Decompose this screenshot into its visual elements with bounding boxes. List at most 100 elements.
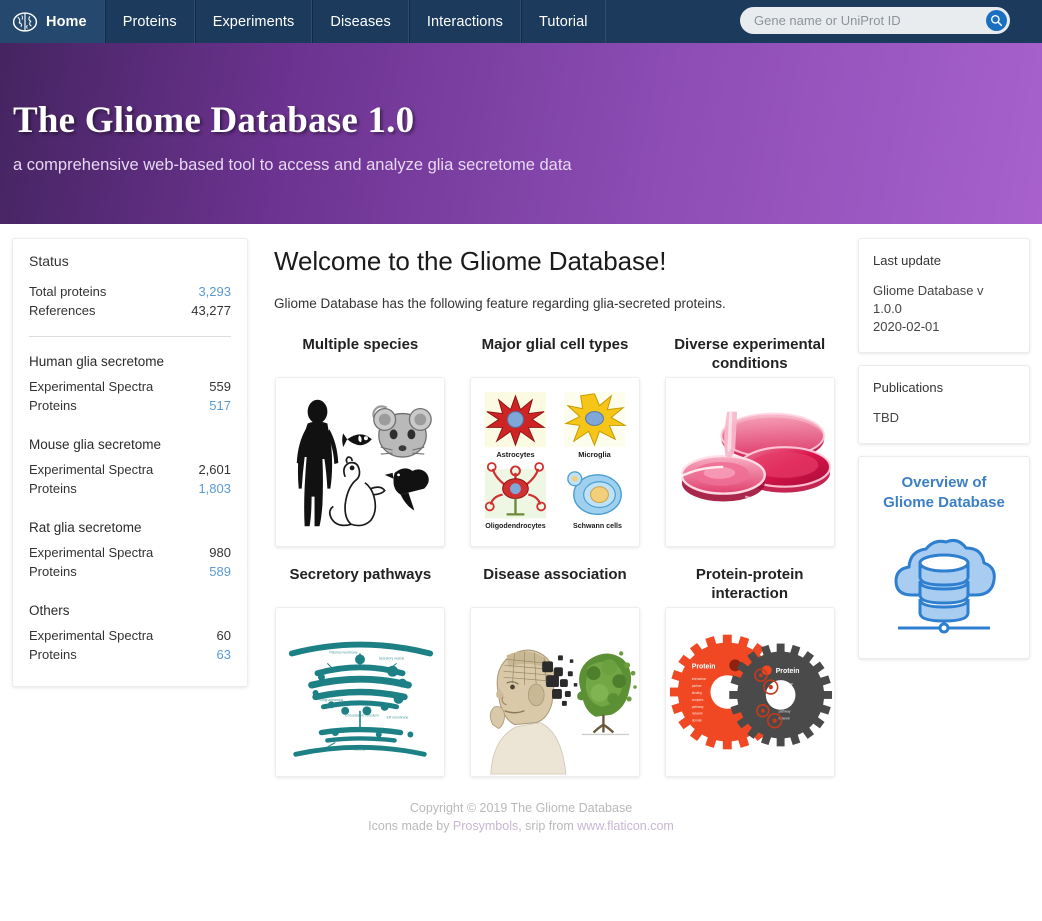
last-update-panel: Last update Gliome Database v 1.0.0 2020… xyxy=(858,238,1030,353)
footer-credits-prefix: Icons made by xyxy=(368,819,453,833)
svg-text:partner: partner xyxy=(778,689,788,693)
feature-card-protein-protein-interaction[interactable]: Protein-protein interaction Protein inte… xyxy=(663,563,836,777)
status-group-heading: Rat glia secretome xyxy=(29,520,142,535)
status-row-proteins: Proteins 1,803 xyxy=(29,480,231,499)
nav-items-group: Home Proteins Experiments Diseases Inter… xyxy=(0,0,606,43)
feature-title: Secretory pathways xyxy=(289,566,432,583)
status-label: Total proteins xyxy=(29,284,107,299)
publications-heading: Publications xyxy=(873,380,944,395)
status-row-proteins: Proteins 63 xyxy=(29,646,231,665)
status-value: 559 xyxy=(209,379,231,394)
overview-panel[interactable]: Overview of Gliome Database xyxy=(858,456,1030,659)
publications-text: TBD xyxy=(873,410,899,425)
page-footer: Copyright © 2019 The Gliome Database Ico… xyxy=(0,799,1042,845)
svg-text:complex: complex xyxy=(691,698,703,702)
status-group-heading: Mouse glia secretome xyxy=(29,437,162,452)
svg-text:interaction: interaction xyxy=(691,677,706,681)
feature-title: Major glial cell types xyxy=(481,336,629,353)
search-button[interactable] xyxy=(986,10,1007,31)
cell-label-schwann-cells: Schwann cells xyxy=(573,522,622,530)
svg-text:network: network xyxy=(691,712,702,716)
svg-text:Nucleus: Nucleus xyxy=(353,747,365,751)
footer-copyright: Copyright © 2019 The Gliome Database xyxy=(409,801,633,815)
status-value[interactable]: 63 xyxy=(217,646,231,665)
status-value: 980 xyxy=(209,545,231,560)
left-column: Status Total proteins 3,293 References 4… xyxy=(12,238,248,687)
nav-item-tutorial-label: Tutorial xyxy=(538,13,588,30)
status-value[interactable]: 517 xyxy=(209,397,231,416)
status-value: 2,601 xyxy=(198,462,231,477)
status-group-others: Others Experimental Spectra 60 Proteins … xyxy=(29,603,231,664)
status-row-proteins: Proteins 589 xyxy=(29,563,231,582)
gear-label-protein-b: Protein xyxy=(775,668,799,675)
feature-card-disease-association[interactable]: Disease association xyxy=(469,563,642,777)
feature-card-glial-cell-types[interactable]: Major glial cell types Astrocytes Microg… xyxy=(469,333,642,547)
status-group-heading: Others xyxy=(29,603,70,618)
species-silhouettes-image xyxy=(275,377,446,547)
search-input[interactable] xyxy=(740,7,1010,34)
feature-title: Multiple species xyxy=(302,336,419,353)
status-value[interactable]: 3,293 xyxy=(198,283,231,302)
status-row-spectra: Experimental Spectra 559 xyxy=(29,378,231,397)
cell-label-astrocytes: Astrocytes xyxy=(496,450,534,459)
status-group-heading: Human glia secretome xyxy=(29,354,165,369)
status-row-references: References 43,277 xyxy=(29,302,231,321)
overview-title-line2: Gliome Database xyxy=(883,494,1005,511)
cloud-database-icon xyxy=(894,539,996,634)
nav-item-home-label: Home xyxy=(46,13,87,30)
feature-card-secretory-pathways[interactable]: Secretory pathways Plasma membrane Secre… xyxy=(274,563,447,777)
nav-item-interactions[interactable]: Interactions xyxy=(408,0,521,43)
status-label: Experimental Spectra xyxy=(29,379,154,394)
feature-title: Diverse experimental conditions xyxy=(674,336,826,372)
welcome-subtext: Gliome Database has the following featur… xyxy=(274,296,726,311)
svg-text:Secretory vesicle: Secretory vesicle xyxy=(379,656,405,660)
feature-card-multiple-species[interactable]: Multiple species xyxy=(274,333,447,547)
status-row-spectra: Experimental Spectra 2,601 xyxy=(29,461,231,480)
right-column: Last update Gliome Database v 1.0.0 2020… xyxy=(858,238,1030,659)
status-label: Proteins xyxy=(29,646,77,662)
svg-text:interaction: interaction xyxy=(778,682,793,686)
svg-text:domain: domain xyxy=(691,719,702,723)
publications-panel: Publications TBD xyxy=(858,365,1030,444)
svg-text:pathway: pathway xyxy=(691,705,703,709)
status-label: Proteins xyxy=(29,397,77,413)
status-group-mouse: Mouse glia secretome Experimental Spectr… xyxy=(29,437,231,498)
status-label: Experimental Spectra xyxy=(29,628,154,643)
overview-title: Overview of Gliome Database xyxy=(869,473,1019,513)
feature-title: Disease association xyxy=(483,566,627,583)
nav-item-experiments[interactable]: Experiments xyxy=(194,0,313,43)
brain-icon xyxy=(12,11,38,32)
nav-item-tutorial[interactable]: Tutorial xyxy=(520,0,606,43)
cell-label-microglia: Microglia xyxy=(578,450,611,459)
status-divider xyxy=(29,336,231,337)
footer-credits-mid: , srip from xyxy=(518,819,578,833)
footer-link-prosymbols[interactable]: Prosymbols xyxy=(453,819,518,833)
last-update-version: Gliome Database v 1.0.0 xyxy=(873,283,984,316)
status-value[interactable]: 1,803 xyxy=(198,480,231,499)
status-label: Proteins xyxy=(29,563,77,579)
status-value[interactable]: 589 xyxy=(209,563,231,582)
cell-label-oligodendrocytes: Oligodendrocytes xyxy=(485,522,545,530)
svg-text:ER membrane: ER membrane xyxy=(387,716,409,720)
nav-item-home[interactable]: Home xyxy=(0,0,105,43)
nav-item-diseases[interactable]: Diseases xyxy=(312,0,409,43)
feature-card-experimental-conditions[interactable]: Diverse experimental conditions xyxy=(663,333,836,547)
nav-item-proteins[interactable]: Proteins xyxy=(104,0,195,43)
hero-banner: The Gliome Database 1.0 a comprehensive … xyxy=(0,43,1042,224)
nav-item-interactions-label: Interactions xyxy=(426,13,503,30)
status-value: 43,277 xyxy=(191,302,231,318)
footer-link-flaticon[interactable]: www.flaticon.com xyxy=(577,819,674,833)
nav-item-diseases-label: Diseases xyxy=(330,13,391,30)
svg-text:Plasma membrane: Plasma membrane xyxy=(330,650,358,654)
svg-text:Golgi apparatus: Golgi apparatus xyxy=(320,698,344,702)
svg-text:partner: partner xyxy=(691,684,701,688)
golgi-secretory-pathway-image: Plasma membrane Secretory vesicle Golgi … xyxy=(275,607,446,777)
status-label: References xyxy=(29,302,96,318)
feature-grid-row-1: Multiple species Major glial cell types … xyxy=(274,333,836,547)
status-row-spectra: Experimental Spectra 980 xyxy=(29,544,231,563)
svg-text:Vesicle: Vesicle xyxy=(393,692,404,696)
search-icon xyxy=(991,15,1003,27)
